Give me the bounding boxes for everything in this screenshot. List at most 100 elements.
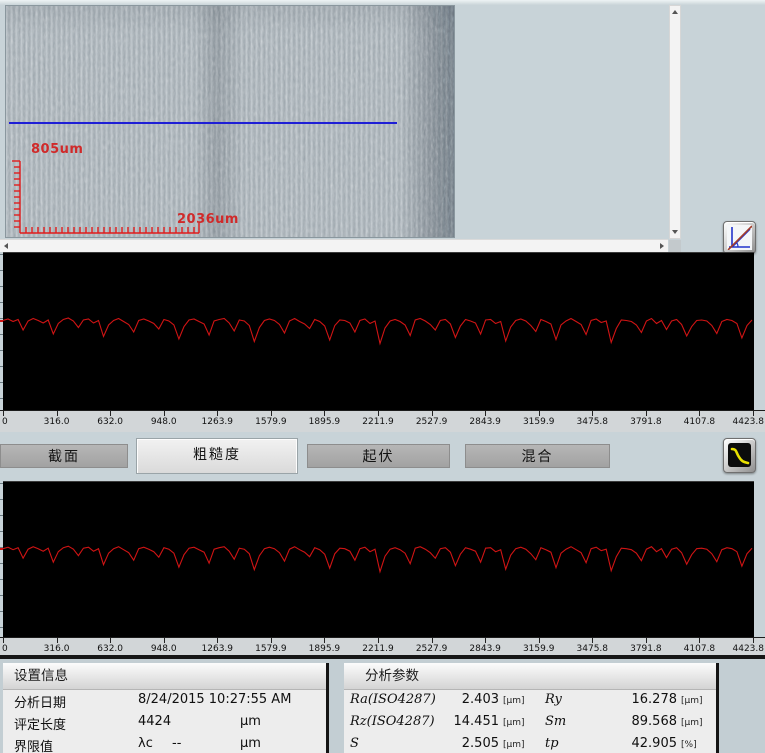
setting-unit: µm (240, 736, 261, 751)
profile-filter-curve-icon (728, 443, 751, 467)
x-tick-label: 1579.9 (255, 417, 287, 427)
x-tick-label: 948.0 (151, 417, 177, 427)
x-tick (324, 411, 325, 416)
x-tick-label: 3159.9 (523, 644, 555, 654)
x-tick-label: 948.0 (151, 644, 177, 654)
microscope-image: 805um 2036um (5, 5, 455, 238)
section-measure-line (9, 122, 397, 124)
settings-info-panel: 设置信息 分析日期 8/24/2015 10:27:55 AM 评定长度 442… (3, 663, 329, 753)
roughness-analyzer-window: 805um 2036um 0316.06 (0, 0, 765, 753)
x-tick-label: 1579.9 (255, 644, 287, 654)
param-name: S (350, 736, 359, 751)
x-tick-label: 1263.9 (202, 644, 234, 654)
x-tick (646, 638, 647, 643)
scroll-down-icon[interactable] (672, 230, 678, 234)
x-tick-label: 0 (2, 417, 8, 427)
x-tick-label: 4423.8 (733, 644, 765, 654)
x-tick-label: 4423.8 (733, 417, 765, 427)
param-unit: [µm] (503, 740, 525, 750)
x-tick-label: 1895.9 (309, 417, 341, 427)
scroll-right-icon[interactable] (660, 243, 664, 249)
x-tick (539, 638, 540, 643)
x-tick-label: 4107.8 (684, 644, 716, 654)
x-tick-label: 2843.9 (469, 644, 501, 654)
profile-filter-button[interactable] (723, 438, 756, 473)
x-axis-lower: 0316.0632.0948.01263.91579.91895.92211.9… (0, 637, 765, 657)
param-row: Ra(ISO4287) 2.403 [µm] Ry 16.278 [µm] (344, 692, 716, 712)
tab-section[interactable]: 截面 (0, 444, 128, 468)
x-tick (485, 638, 486, 643)
scroll-up-icon[interactable] (672, 10, 678, 14)
x-tick-label: 3475.8 (577, 417, 609, 427)
param-value: 16.278 (584, 692, 677, 707)
tab-roughness[interactable]: 粗糙度 (137, 439, 297, 473)
x-tick (699, 411, 700, 416)
param-name: Sm (545, 714, 566, 729)
x-tick-label: 2211.9 (362, 644, 394, 654)
x-tick (110, 411, 111, 416)
x-tick-label: 2527.9 (416, 644, 448, 654)
setting-value: 8/24/2015 10:27:55 AM (138, 692, 291, 707)
settings-panel-title: 设置信息 (14, 663, 68, 689)
angle-measure-icon (727, 225, 752, 250)
section-profile-trace (3, 252, 754, 411)
x-tick (592, 638, 593, 643)
x-tick (539, 411, 540, 416)
x-tick-label: 2843.9 (469, 417, 501, 427)
x-tick-label: 3791.8 (630, 644, 662, 654)
x-tick (378, 638, 379, 643)
x-tick-label: 316.0 (44, 644, 70, 654)
param-name: tp (545, 736, 559, 751)
x-tick (432, 638, 433, 643)
setting-label: 界限值 (14, 736, 53, 753)
roughness-profile-trace (3, 481, 754, 638)
settings-row: 分析日期 8/24/2015 10:27:55 AM (3, 692, 326, 712)
x-tick (110, 638, 111, 643)
horizontal-scrollbar[interactable] (0, 239, 668, 252)
scroll-left-icon[interactable] (4, 243, 8, 249)
x-tick-label: 0 (2, 644, 8, 654)
vertical-scrollbar[interactable] (669, 5, 681, 239)
settings-row: 界限值 λc -- µm (3, 736, 326, 753)
analysis-panel-title: 分析参数 (365, 663, 419, 689)
tab-waviness[interactable]: 起伏 (307, 444, 450, 468)
x-tick-label: 632.0 (97, 644, 123, 654)
param-name: Ry (545, 692, 562, 707)
x-tick (378, 411, 379, 416)
x-tick (271, 411, 272, 416)
profile-chart-upper (0, 252, 765, 410)
setting-extra: -- (172, 736, 181, 751)
scrollbar-corner (669, 240, 681, 252)
x-tick (592, 411, 593, 416)
x-tick-label: 2211.9 (362, 417, 394, 427)
angle-measure-button[interactable] (723, 221, 756, 254)
param-value: 2.505 (404, 736, 499, 751)
param-unit: [%] (681, 740, 697, 750)
tab-mixed[interactable]: 混合 (465, 444, 610, 468)
setting-value: λc (138, 736, 153, 751)
setting-label: 评定长度 (14, 714, 66, 733)
param-row: Rz(ISO4287) 14.451 [µm] Sm 89.568 [µm] (344, 714, 716, 734)
x-tick-label: 3791.8 (630, 417, 662, 427)
param-unit: [µm] (681, 696, 703, 706)
x-tick (753, 638, 754, 643)
x-tick (646, 411, 647, 416)
x-tick (164, 411, 165, 416)
x-tick (753, 411, 754, 416)
x-tick-label: 3159.9 (523, 417, 555, 427)
x-tick (164, 638, 165, 643)
setting-value: 4424 (138, 714, 171, 729)
x-tick-label: 1263.9 (202, 417, 234, 427)
param-unit: [µm] (503, 696, 525, 706)
analysis-params-panel: 分析参数 Ra(ISO4287) 2.403 [µm] Ry 16.278 [µ… (344, 663, 719, 753)
panel-header: 分析参数 (344, 663, 716, 690)
x-tick (217, 638, 218, 643)
x-tick (432, 411, 433, 416)
horizontal-measure-label: 2036um (177, 212, 239, 227)
x-tick (271, 638, 272, 643)
x-tick (217, 411, 218, 416)
x-tick (699, 638, 700, 643)
x-tick (57, 411, 58, 416)
param-value: 89.568 (584, 714, 677, 729)
x-tick (57, 638, 58, 643)
